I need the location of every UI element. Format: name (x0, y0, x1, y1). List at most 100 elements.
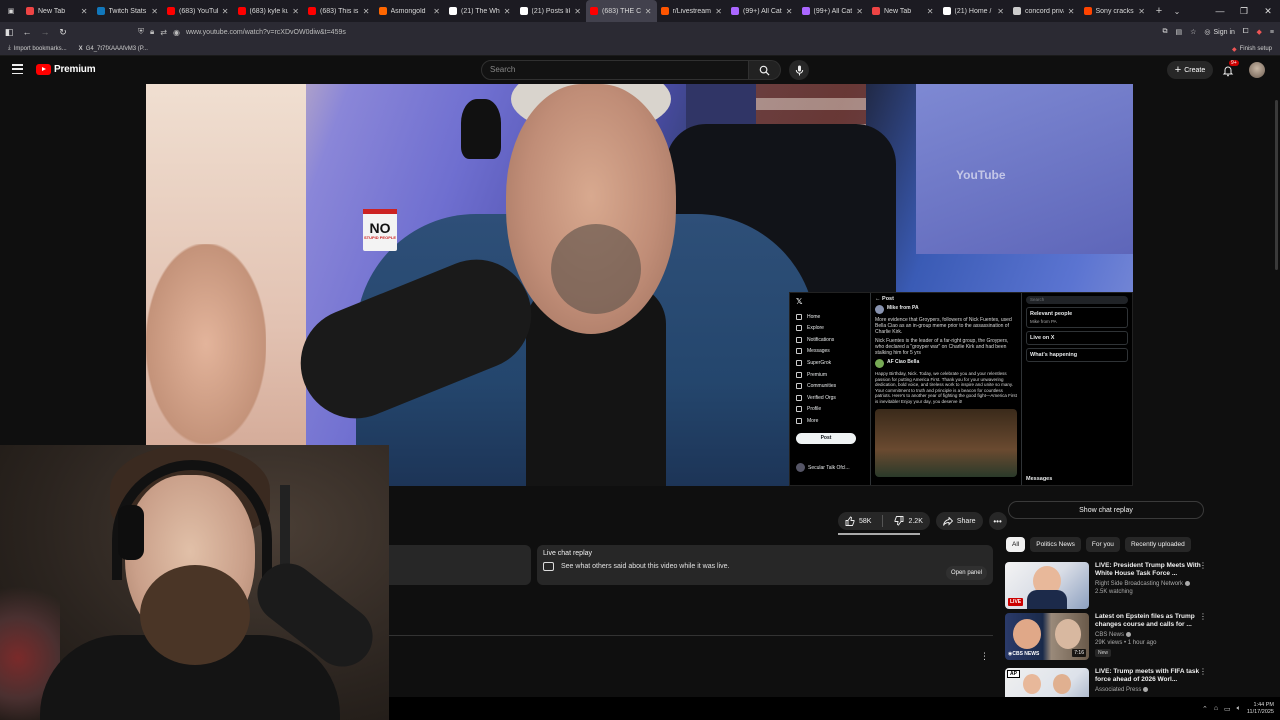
video-title: LIVE: Trump meets with FIFA task force a… (1095, 668, 1200, 683)
search-input[interactable]: Search (481, 60, 749, 80)
browser-tab[interactable]: (683) THE CHA ✕ (586, 0, 657, 22)
x-whats-happening: What's happening (1026, 348, 1128, 362)
plus-icon: + (1174, 64, 1182, 76)
app-menu-icon[interactable]: ≡ (1270, 29, 1274, 36)
reload-button[interactable]: ↻ (54, 27, 72, 38)
tab-close-icon[interactable]: ✕ (786, 7, 793, 16)
description-box[interactable] (389, 545, 531, 585)
browser-tab[interactable]: (683) This is sc ✕ (304, 0, 375, 22)
extensions-icon[interactable]: ⧠ (1243, 28, 1249, 36)
tab-favicon-icon (942, 7, 951, 15)
maximize-button[interactable]: ❐ (1232, 0, 1256, 22)
system-clock[interactable]: 1:44 PM 11/17/2025 (1247, 702, 1274, 716)
bookmark-import[interactable]: ⤓ Import bookmarks... (8, 45, 67, 52)
tab-close-icon[interactable]: ✕ (151, 7, 158, 16)
tab-close-icon[interactable]: ✕ (715, 7, 722, 16)
video-thumbnail[interactable]: LIVE (1005, 562, 1089, 609)
comment-menu-icon[interactable]: ⋮ (980, 651, 989, 662)
reader-view-icon[interactable]: ▤ (1175, 28, 1182, 36)
create-button[interactable]: + Create (1167, 61, 1213, 79)
browser-tab[interactable]: Sony cracks do✕ (1080, 0, 1151, 22)
video-no-sign: NO STUPID PEOPLE (363, 209, 397, 251)
tab-close-icon[interactable]: ✕ (433, 7, 440, 16)
browser-tab[interactable]: (99+) All Categ✕ (798, 0, 869, 22)
browser-tab[interactable]: (21) Posts liked✕ (516, 0, 587, 22)
back-button[interactable]: ← (18, 27, 36, 37)
volume-icon[interactable]: 🔈︎ (1237, 705, 1241, 713)
x-post-header: ← Post (875, 296, 894, 302)
monitor-icon[interactable]: ▭ (1224, 705, 1231, 713)
video-menu-icon[interactable]: ⋮ (1199, 613, 1207, 621)
recommended-video[interactable]: ◉CBS NEWS 7:16 Latest on Epstein files a… (1005, 613, 1207, 663)
tab-close-icon[interactable]: ✕ (363, 7, 370, 16)
video-menu-icon[interactable]: ⋮ (1199, 562, 1207, 570)
close-window-button[interactable]: ✕ (1256, 0, 1280, 22)
tab-title: (683) kyle kulin (249, 7, 289, 15)
recommended-video[interactable]: LIVE LIVE: President Trump Meets With Wh… (1005, 562, 1207, 612)
tab-favicon-icon (96, 7, 105, 15)
browser-tab[interactable]: concord private ✕ (1009, 0, 1080, 22)
video-menu-icon[interactable]: ⋮ (1199, 668, 1207, 676)
tray-chevron-icon[interactable]: ⌃ (1202, 705, 1208, 713)
bookmark-x-post[interactable]: X G4_7t7fXAAAfvM3 (P... (79, 46, 148, 52)
tab-close-icon[interactable]: ✕ (1068, 7, 1075, 16)
bookmark-star-icon[interactable]: ☆ (1190, 28, 1196, 36)
search-button[interactable] (749, 60, 781, 80)
tab-list-chevron-icon[interactable]: ⌄ (1168, 7, 1186, 16)
tab-close-icon[interactable]: ✕ (292, 7, 299, 16)
picture-in-picture-icon[interactable]: ⧉ (1162, 28, 1167, 36)
browser-tab[interactable]: (99+) All Categ✕ (727, 0, 798, 22)
tab-title: (683) THE CHA (602, 7, 641, 15)
tab-close-icon[interactable]: ✕ (574, 7, 581, 16)
browser-tab[interactable]: (21) Home / X✕ (939, 0, 1010, 22)
show-chat-replay-button[interactable]: Show chat replay (1008, 501, 1204, 519)
filter-chip[interactable]: Recently uploaded (1124, 537, 1191, 552)
sign-in-button[interactable]: ◎ Sign in (1204, 28, 1235, 37)
browser-tab[interactable]: New Tab ✕ (868, 0, 939, 22)
more-actions-button[interactable]: ••• (988, 512, 1007, 530)
page-scrollbar[interactable] (1275, 100, 1278, 270)
share-icon (942, 516, 953, 526)
browser-tab[interactable]: Twitch Stats and✕ (93, 0, 164, 22)
tab-title: (683) This is sc (320, 7, 359, 15)
tab-close-icon[interactable]: ✕ (645, 7, 652, 16)
tab-close-icon[interactable]: ✕ (927, 7, 934, 16)
dislike-button[interactable]: 2.2K (887, 512, 929, 530)
open-panel-button[interactable]: Open panel (945, 566, 987, 580)
address-bar[interactable]: ⛨ 🔒︎ ⇄ ◉ www.youtube.com/watch?v=rcXDvOW… (132, 24, 1072, 40)
tab-close-icon[interactable]: ✕ (504, 7, 511, 16)
new-tab-button[interactable]: + (1150, 5, 1168, 17)
video-host-hand (146, 244, 266, 444)
tab-close-icon[interactable]: ✕ (222, 7, 229, 16)
tab-close-icon[interactable]: ✕ (997, 7, 1004, 16)
forward-button[interactable]: → (36, 27, 54, 37)
network-icon[interactable]: ⌂ (1214, 705, 1218, 712)
browser-tab[interactable]: (683) kyle kulin✕ (234, 0, 305, 22)
video-player[interactable]: YouTube NO STUPID PEOPLE 𝕏 Home Explore No… (146, 84, 1133, 486)
tab-close-icon[interactable]: ✕ (1138, 7, 1145, 16)
video-thumbnail[interactable]: ◉CBS NEWS 7:16 (1005, 613, 1089, 660)
hamburger-menu-icon[interactable] (12, 64, 23, 74)
tab-close-icon[interactable]: ✕ (856, 7, 863, 16)
like-button[interactable]: 58K (838, 512, 878, 530)
browser-tab[interactable]: r/LivestreamFail✕ (657, 0, 728, 22)
extension-badge-icon[interactable]: ◆ (1257, 28, 1262, 36)
filter-chip[interactable]: Politics News (1030, 537, 1081, 552)
browser-tab[interactable]: New Tab ✕ (22, 0, 93, 22)
tab-close-icon[interactable]: ✕ (81, 7, 88, 16)
browser-tab[interactable]: Asmongold ✕ (375, 0, 446, 22)
live-chat-replay-desc: See what others said about this video wh… (561, 563, 730, 570)
browser-tab[interactable]: (21) The White ✕ (445, 0, 516, 22)
voice-search-button[interactable] (789, 60, 809, 80)
account-avatar[interactable] (1249, 62, 1265, 78)
browser-menu-icon[interactable]: ▣ (0, 7, 22, 15)
share-button[interactable]: Share (935, 512, 983, 530)
youtube-logo[interactable]: Premium (36, 64, 96, 75)
finish-setup-button[interactable]: ◆ Finish setup (1232, 42, 1272, 56)
browser-tab[interactable]: (683) YouTube ✕ (163, 0, 234, 22)
filter-chip[interactable]: All (1006, 537, 1026, 552)
filter-chip[interactable]: For you (1085, 537, 1120, 552)
notifications-button[interactable]: 9+ (1222, 60, 1239, 77)
sidebar-toggle-icon[interactable]: ◧ (0, 27, 18, 38)
minimize-button[interactable]: — (1208, 0, 1232, 22)
